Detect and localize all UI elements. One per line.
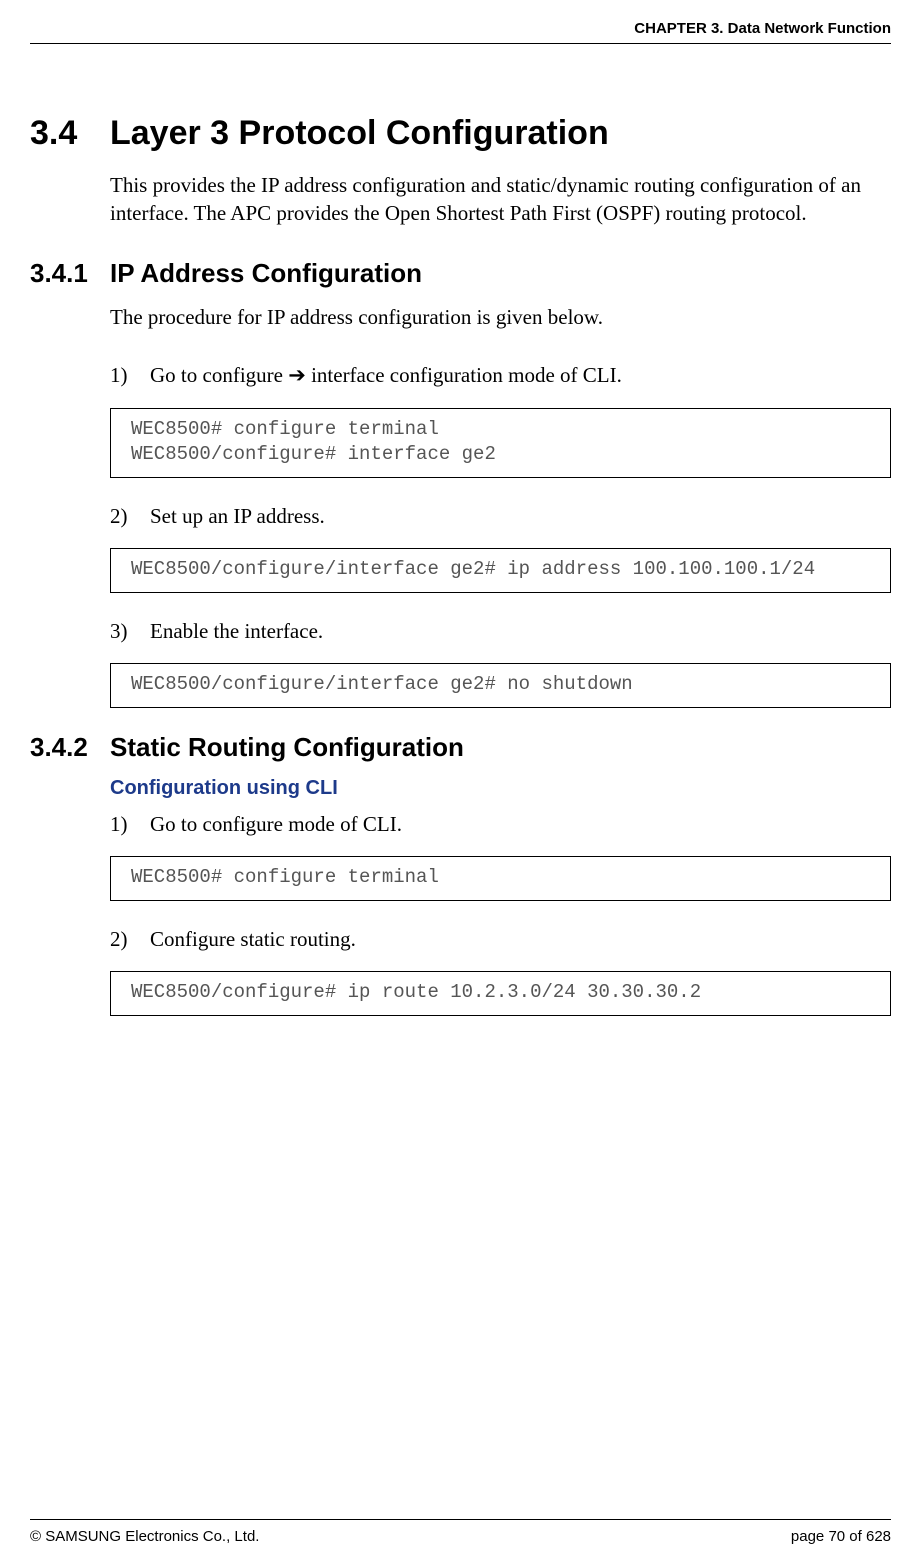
step-text: Enable the interface. [150, 617, 323, 645]
section-3-4-desc: This provides the IP address configurati… [110, 171, 891, 228]
subsection-number: 3.4.1 [30, 258, 110, 289]
copyright-text: © SAMSUNG Electronics Co., Ltd. [30, 1528, 259, 1545]
step-number: 1) [110, 363, 150, 388]
subsection-number: 3.4.2 [30, 732, 110, 763]
code-block-1: WEC8500# configure terminal WEC8500/conf… [110, 408, 891, 477]
step-2b: 2) Configure static routing. [110, 925, 891, 953]
step-1: 1) Go to configure ➔ interface configura… [110, 361, 891, 390]
code-block-4: WEC8500# configure terminal [110, 856, 891, 901]
section-number: 3.4 [30, 114, 110, 153]
step-text: Configure static routing. [150, 925, 356, 953]
chapter-label: CHAPTER 3. Data Network Function [634, 20, 891, 37]
section-title: Layer 3 Protocol Configuration [110, 114, 609, 153]
step-text: Set up an IP address. [150, 502, 325, 530]
step-text: Go to configure mode of CLI. [150, 810, 402, 838]
code-block-3: WEC8500/configure/interface ge2# no shut… [110, 663, 891, 708]
code-block-2: WEC8500/configure/interface ge2# ip addr… [110, 548, 891, 593]
config-cli-heading: Configuration using CLI [110, 777, 891, 800]
step-1b: 1) Go to configure mode of CLI. [110, 810, 891, 838]
subsection-title: IP Address Configuration [110, 258, 422, 289]
page-number: page 70 of 628 [791, 1528, 891, 1545]
step-number: 3) [110, 619, 150, 644]
step-2: 2) Set up an IP address. [110, 502, 891, 530]
code-block-5: WEC8500/configure# ip route 10.2.3.0/24 … [110, 971, 891, 1016]
step-text-pre: Go to configure [150, 363, 288, 387]
step-3: 3) Enable the interface. [110, 617, 891, 645]
step-text-post: interface configuration mode of CLI. [306, 363, 622, 387]
subsection-title: Static Routing Configuration [110, 732, 464, 763]
step-text: Go to configure ➔ interface configuratio… [150, 361, 622, 390]
section-3-4-2-heading: 3.4.2 Static Routing Configuration [30, 732, 891, 763]
page-footer: © SAMSUNG Electronics Co., Ltd. page 70 … [30, 1519, 891, 1545]
page-content: 3.4 Layer 3 Protocol Configuration This … [30, 114, 891, 1016]
section-3-4-1-desc: The procedure for IP address configurati… [110, 303, 891, 331]
step-number: 2) [110, 504, 150, 529]
arrow-icon: ➔ [288, 364, 306, 387]
page-header: CHAPTER 3. Data Network Function [30, 20, 891, 44]
section-3-4-heading: 3.4 Layer 3 Protocol Configuration [30, 114, 891, 153]
section-3-4-1-heading: 3.4.1 IP Address Configuration [30, 258, 891, 289]
step-number: 1) [110, 812, 150, 837]
step-number: 2) [110, 927, 150, 952]
